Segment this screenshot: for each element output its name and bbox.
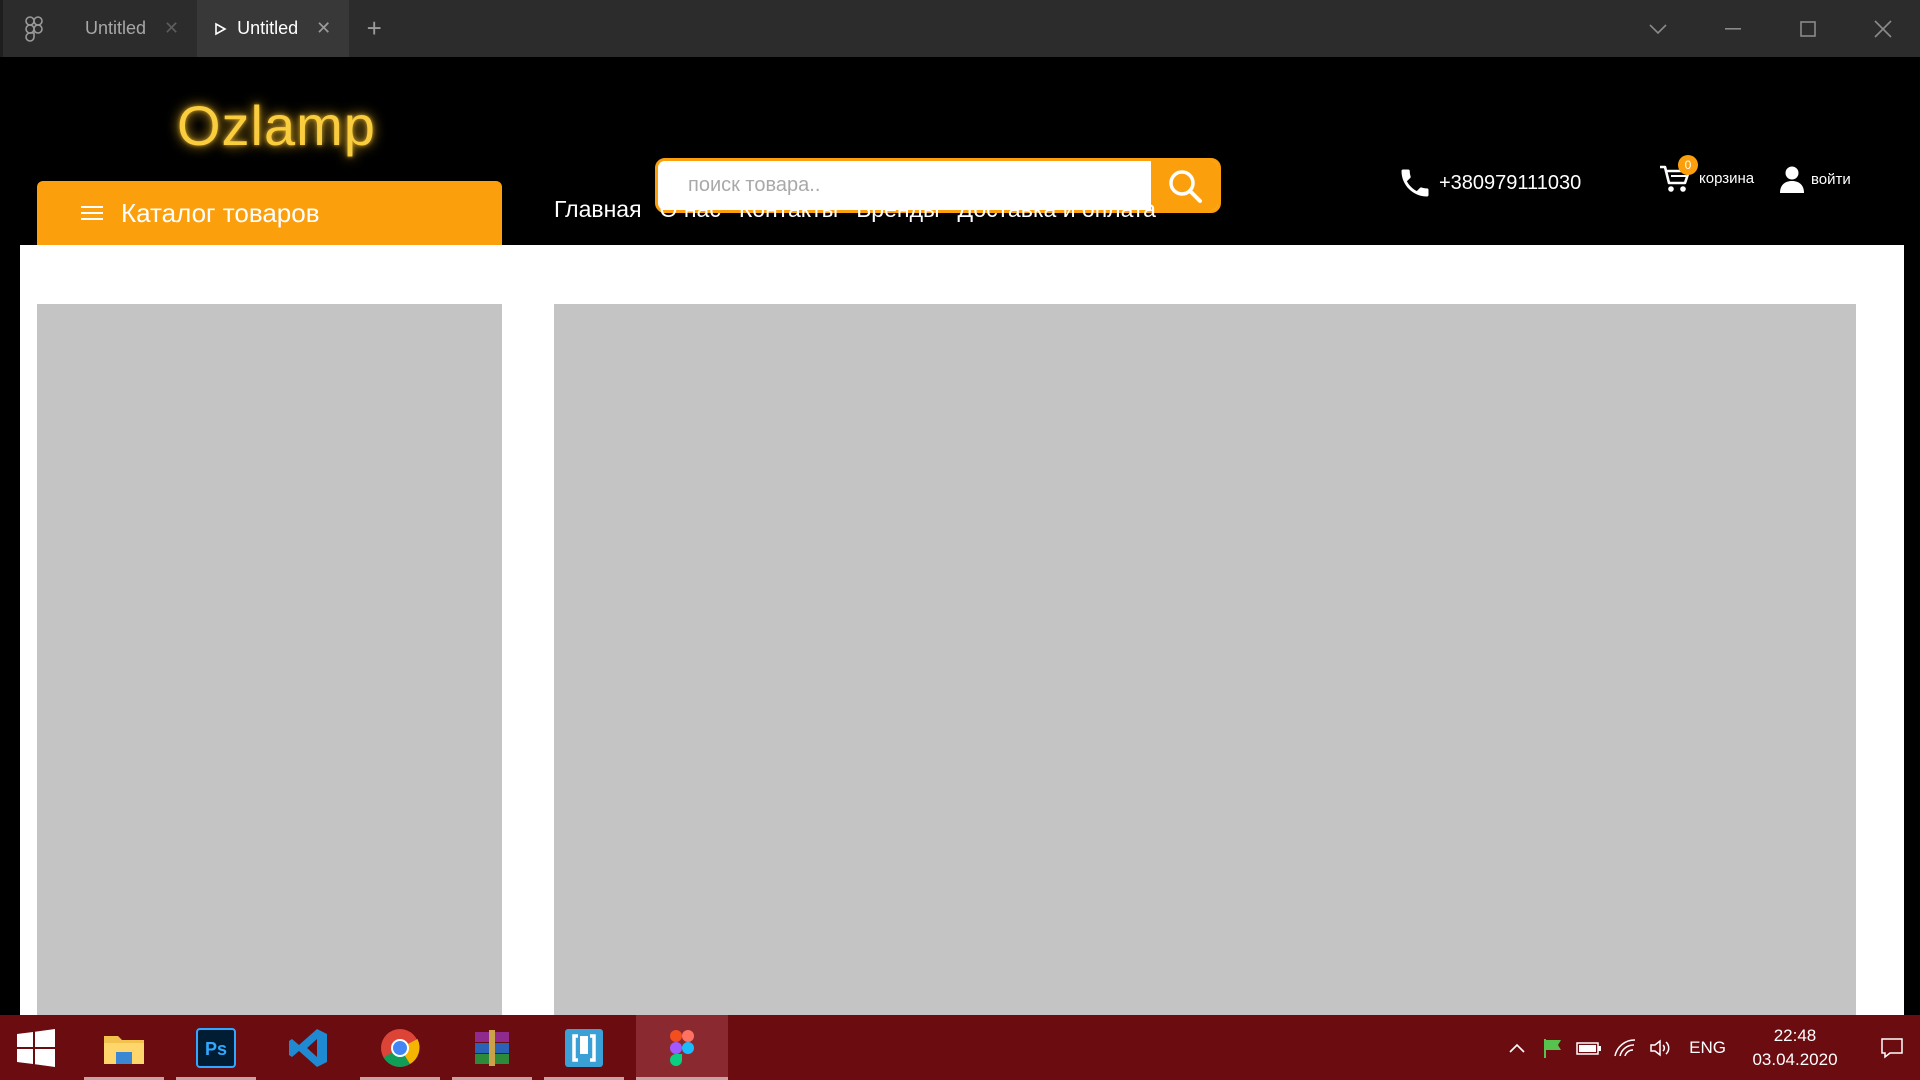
catalog-label: Каталог товаров <box>121 197 320 228</box>
phone-icon <box>1401 169 1429 197</box>
windows-start-icon[interactable] <box>0 1015 72 1080</box>
tab-label: Untitled <box>85 18 147 38</box>
close-icon[interactable]: ✕ <box>164 18 179 39</box>
svg-text:Ps: Ps <box>205 1039 227 1059</box>
nav-item-contacts[interactable]: Контакты <box>739 196 838 223</box>
tab-label: Untitled <box>237 18 299 38</box>
cart-count-badge: 0 <box>1678 155 1698 175</box>
bracket-app-icon[interactable] <box>544 1015 624 1080</box>
winrar-icon[interactable] <box>452 1015 532 1080</box>
window-titlebar: Untitled ✕ Untitled ✕ + <box>0 0 1920 57</box>
chevron-up-icon[interactable] <box>1499 1015 1535 1080</box>
phone-contact[interactable]: +380979111030 <box>1397 165 1581 201</box>
close-icon[interactable]: ✕ <box>316 18 331 39</box>
tab-untitled-1[interactable]: Untitled ✕ <box>65 0 197 57</box>
site-header: Ozlamp +380979111030 <box>3 57 1920 245</box>
site-logo[interactable]: Ozlamp <box>177 93 376 158</box>
prototype-canvas: Ozlamp +380979111030 <box>3 57 1920 1015</box>
login-link[interactable]: войти <box>1779 165 1851 193</box>
maximize-button[interactable] <box>1770 0 1845 57</box>
volume-icon[interactable] <box>1643 1015 1679 1080</box>
chrome-icon[interactable] <box>360 1015 440 1080</box>
nav-item-home[interactable]: Главная <box>554 196 642 223</box>
battery-icon[interactable] <box>1571 1015 1607 1080</box>
close-window-button[interactable] <box>1845 0 1920 57</box>
clock-date: 03.04.2020 <box>1752 1049 1838 1069</box>
main-nav: Главная О нас Контакты Бренды Доставка и… <box>554 196 1156 223</box>
tab-untitled-2[interactable]: Untitled ✕ <box>197 0 350 57</box>
phone-number: +380979111030 <box>1439 171 1582 194</box>
figma-menu-icon[interactable] <box>3 0 65 57</box>
hamburger-menu-icon <box>81 206 103 220</box>
nav-item-about[interactable]: О нас <box>660 196 721 223</box>
cart-link[interactable]: 0 корзина <box>1659 155 1754 195</box>
sidebar-placeholder <box>37 304 502 1015</box>
photoshop-icon[interactable]: Ps <box>176 1015 256 1080</box>
chevron-down-icon[interactable] <box>1620 0 1695 57</box>
add-tab-button[interactable]: + <box>349 0 399 57</box>
nav-item-brands[interactable]: Бренды <box>856 196 939 223</box>
vscode-icon[interactable] <box>268 1015 348 1080</box>
search-icon <box>1168 169 1202 203</box>
clock[interactable]: 22:48 03.04.2020 <box>1740 1024 1850 1072</box>
nav-item-delivery[interactable]: Доставка и оплата <box>958 196 1156 223</box>
play-icon <box>215 22 227 35</box>
login-label: войти <box>1811 170 1851 188</box>
flag-icon[interactable] <box>1535 1015 1571 1080</box>
language-indicator[interactable]: ENG <box>1689 1038 1726 1058</box>
catalog-button[interactable]: Каталог товаров <box>37 181 502 245</box>
search-button[interactable] <box>1151 161 1218 210</box>
file-explorer-icon[interactable] <box>84 1015 164 1080</box>
user-icon <box>1780 166 1804 193</box>
clock-time: 22:48 <box>1773 1025 1817 1045</box>
minimize-button[interactable] <box>1695 0 1770 57</box>
notification-icon[interactable] <box>1864 1015 1920 1080</box>
taskbar: Ps ENG 22:48 03.04.2020 <box>0 1015 1920 1080</box>
system-tray: ENG 22:48 03.04.2020 <box>1499 1015 1920 1080</box>
banner-placeholder <box>554 304 1856 1015</box>
figma-icon[interactable] <box>636 1015 728 1080</box>
wifi-icon[interactable] <box>1607 1015 1643 1080</box>
page-content <box>20 245 1904 1015</box>
cart-label: корзина <box>1699 170 1755 187</box>
